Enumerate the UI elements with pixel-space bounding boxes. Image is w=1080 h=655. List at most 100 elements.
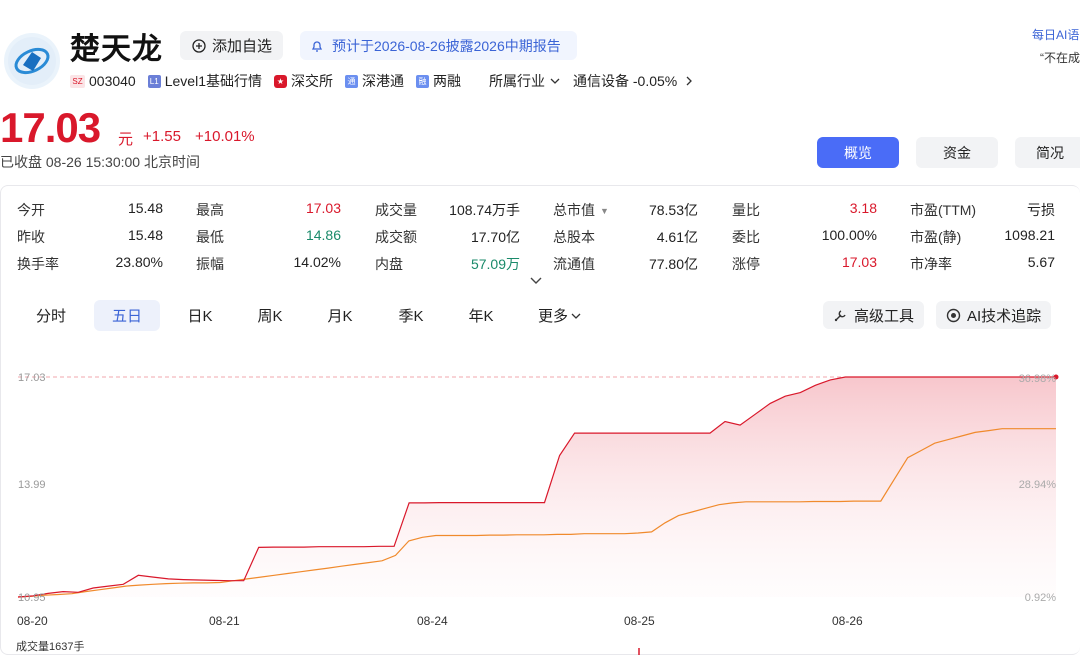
tools-icon [834,309,846,321]
quote-label: 成交额 [375,229,417,245]
connect-badge: 通 [344,74,358,88]
daily-ai-title[interactable]: 每日AI语 [1032,26,1079,43]
quote-value: 77.80亿 [648,256,698,272]
quote-value: 15.48 [127,227,163,243]
pct-tick-mid: 28.94% [1018,479,1056,491]
x-tick: 08-25 [624,614,655,628]
period-tab[interactable]: 五日 [94,300,160,331]
x-tick: 08-21 [209,614,240,628]
ai-tracking-button[interactable]: AI技术追踪 [936,301,1052,329]
market-status: 已收盘 08-26 15:30:00 北京时间 [0,154,200,170]
x-tick: 08-24 [417,614,448,628]
quote-label: 委比 [732,229,760,245]
industry-label: 所属行业 [488,73,545,89]
quote-value: 1098.21 [1004,227,1055,243]
add-watchlist-button[interactable]: 添加自选 [180,31,283,60]
industry-link[interactable]: 通信设备 -0.05% [573,71,695,91]
last-price: 17.03 [0,104,101,151]
quote-value: 78.53亿 [648,202,698,218]
period-tab-label: 周K [257,308,283,325]
period-tab[interactable]: 更多 [520,300,600,331]
quote-label: 市盈(静) [910,229,962,245]
china-flag-icon: ★ [273,74,287,88]
ai-target-icon [946,308,961,322]
period-tab-label: 五日 [111,308,142,325]
quote-value: 17.70亿 [470,229,520,245]
ai-tracking-label: AI技术追踪 [967,307,1042,325]
advanced-tools-button[interactable]: 高级工具 [823,301,925,329]
quote-value: 亏损 [1027,202,1055,218]
period-tab-label: 季K [398,308,424,325]
period-tab-label: 年K [468,308,494,325]
quote-label: 总股本 [553,229,595,245]
price-change: +1.55 [143,128,181,145]
y-tick-mid: 13.99 [18,479,46,491]
chevron-down-icon [550,78,560,84]
period-tab[interactable]: 月K [307,300,373,331]
quote-label: 昨收 [17,229,45,245]
margin-label: 两融 [432,73,461,89]
quote-label: 涨停 [732,256,760,272]
industry-dropdown[interactable]: 所属行业 [489,71,561,91]
volume-label: 成交量1637手 [16,641,85,653]
y-tick-bottom: 10.95 [18,592,46,604]
advanced-tools-label: 高级工具 [854,307,915,325]
exchange-tag[interactable]: ★ 深交所 [273,71,333,91]
expand-chevron-icon[interactable] [529,276,543,286]
stock-code: SZ 003040 [70,73,136,89]
y-tick-top: 17.03 [18,372,46,384]
report-notice[interactable]: 预计于2026-08-26披露2026中期报告 [300,31,577,60]
period-tab[interactable]: 周K [237,300,303,331]
quote-value: 100.00% [821,227,877,243]
chevron-right-icon [686,76,693,86]
quote-value: 3.18 [849,200,877,216]
quote-value: 17.03 [841,254,877,270]
quote-value: 14.86 [305,227,341,243]
five-day-chart[interactable] [0,340,1080,655]
bell-icon [311,40,323,52]
report-notice-text: 预计于2026-08-26披露2026中期报告 [332,37,561,54]
period-tab[interactable]: 季K [378,300,444,331]
period-tab[interactable]: 日K [167,300,233,331]
tab-overview[interactable]: 概览 [817,137,899,168]
period-tab-label: 月K [327,308,353,325]
pct-tick-top: 36.98% [1018,373,1056,385]
quote-label: 量比 [732,202,760,218]
period-tab[interactable]: 年K [448,300,514,331]
add-watchlist-label: 添加自选 [212,38,273,55]
tab-funds[interactable]: 资金 [916,137,998,168]
quote-value: 5.67 [1027,254,1055,270]
quote-value: 4.61亿 [656,229,698,245]
margin-tag[interactable]: 融 两融 [415,71,461,91]
quote-value: 108.74万手 [449,202,520,218]
stock-tags-row: SZ 003040 L1 Level1基础行情 ★ 深交所 通 深港通 融 两融… [70,71,707,91]
quote-label: 内盘 [375,256,403,272]
stock-name: 楚天龙 [70,33,163,66]
quote-value: 57.09万 [470,256,520,272]
daily-ai-text: “不在成 [1040,51,1080,65]
quote-label: 流通值 [553,256,595,272]
connect-tag[interactable]: 通 深港通 [344,71,404,91]
x-tick: 08-26 [832,614,863,628]
triangle-down-icon[interactable]: ▼ [600,206,609,216]
period-tab-label: 更多 [537,308,568,325]
quote-label: 市盈(TTM) [910,202,977,218]
level-badge: L1 [147,74,161,88]
period-tab[interactable]: 分时 [22,300,80,331]
quote-label: 最高 [196,202,224,218]
level1-tag[interactable]: L1 Level1基础行情 [147,71,262,91]
quote-value: 23.80% [115,254,163,270]
period-tab-label: 日K [187,308,213,325]
quote-label: 总市值 [553,202,595,218]
company-logo [4,33,60,89]
price-change-percent: +10.01% [195,128,255,145]
quote-value: 15.48 [127,200,163,216]
quote-label: 振幅 [196,256,224,272]
price-area [18,377,1056,597]
tab-profile[interactable]: 简况 [1015,137,1080,168]
period-tab-label: 分时 [35,308,66,325]
connect-label: 深港通 [361,73,404,89]
plus-circle-icon [192,38,206,53]
logo-icon [8,37,56,85]
industry-value: 通信设备 -0.05% [572,73,678,89]
